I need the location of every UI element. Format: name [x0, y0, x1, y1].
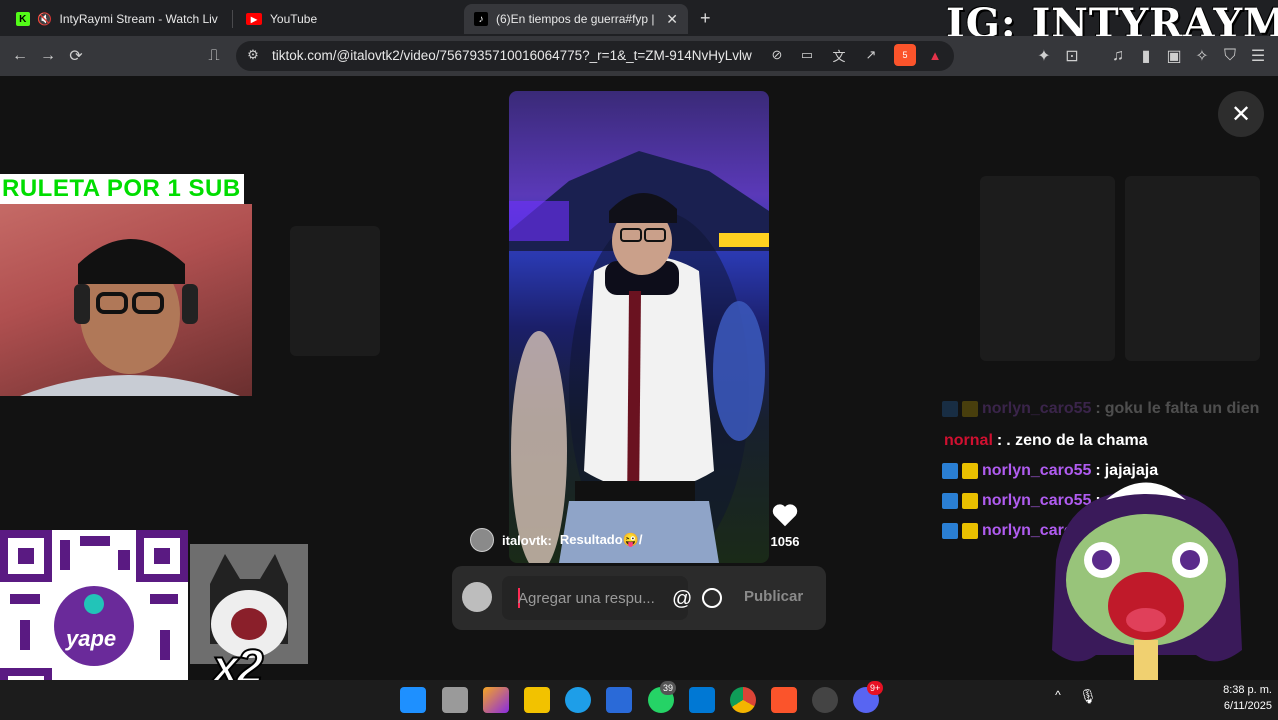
brave-icon[interactable] — [771, 687, 797, 713]
publish-button[interactable]: Publicar — [744, 588, 803, 605]
crown-badge-icon — [962, 493, 978, 509]
windows-start-icon[interactable] — [400, 687, 426, 713]
video-caption: Resultado😜/ — [559, 532, 643, 547]
bg-thumbnail — [1125, 176, 1260, 361]
chat-message: norlyn_caro55: goku le falta un dien — [942, 400, 1259, 418]
obs-icon[interactable] — [812, 687, 838, 713]
brave-shields-icon[interactable]: 5 — [894, 44, 916, 66]
share-icon[interactable]: ↗ — [860, 44, 882, 66]
like-heart-icon[interactable] — [770, 500, 800, 530]
video-frame — [509, 151, 769, 563]
close-tab-icon[interactable]: ✕ — [666, 11, 678, 28]
reply-input[interactable] — [502, 576, 682, 620]
no-translate-icon[interactable]: ⊘ — [766, 44, 788, 66]
tab-label: YouTube — [270, 12, 318, 26]
youtube-icon: ▶ — [246, 13, 262, 25]
wallet-icon[interactable]: ▣ — [1162, 44, 1186, 68]
screen: K 🔇 IntyRaymi Stream - Watch Live on ▶ Y… — [0, 0, 1278, 720]
url-text[interactable]: tiktok.com/@italovtk2/video/756793571001… — [272, 48, 752, 63]
close-video-button[interactable]: ✕ — [1218, 91, 1264, 137]
address-bar[interactable]: ⚙ tiktok.com/@italovtk2/video/7567935710… — [236, 41, 954, 71]
verified-badge-icon — [942, 523, 958, 539]
whatsapp-icon[interactable]: 39 — [648, 681, 677, 713]
clock-time: 8:38 p. m. — [1223, 684, 1272, 696]
chevron-up-icon[interactable]: ^ — [1048, 688, 1068, 710]
user-avatar — [462, 582, 492, 612]
reload-icon[interactable]: ⟳ — [64, 44, 88, 68]
leo-ai-icon[interactable]: ✧ — [1190, 44, 1214, 68]
reply-field — [502, 576, 688, 620]
screenshot-icon[interactable]: ⊡ — [1060, 44, 1084, 68]
video-author[interactable]: italovtk: Resultado😜/ — [470, 528, 642, 552]
bg-thumbnail — [980, 176, 1115, 361]
kick-icon: K — [16, 12, 30, 26]
verified-badge-icon — [942, 493, 958, 509]
rewards-icon[interactable]: ▲ — [924, 44, 946, 66]
webcam-overlay — [0, 204, 252, 396]
author-avatar[interactable] — [470, 528, 494, 552]
windows-taskbar: 39 9+ ^ 🎙 8:38 p. m. 6/11/2025 — [0, 680, 1278, 720]
vpn-icon[interactable]: ⛉ — [1218, 44, 1242, 68]
reply-box: @ Publicar — [452, 566, 826, 630]
discord-icon[interactable]: 9+ — [853, 681, 884, 713]
music-icon[interactable]: ♫ — [1106, 44, 1130, 68]
cast-icon[interactable]: ▭ — [796, 44, 818, 66]
crown-badge-icon — [962, 463, 978, 479]
new-tab-button[interactable]: + — [700, 8, 711, 29]
browser-toolbar: ← → ⟳ ⎍ ⚙ tiktok.com/@italovtk2/video/75… — [0, 36, 1278, 76]
copilot-icon[interactable] — [483, 687, 509, 713]
chrome-icon[interactable] — [730, 687, 756, 713]
sidebar-icon[interactable]: ▮ — [1134, 44, 1158, 68]
webcam-frame — [20, 239, 240, 396]
bookmark-icon[interactable]: ⎍ — [202, 44, 226, 68]
ruleta-banner: RULETA POR 1 SUB — [0, 174, 244, 204]
file-explorer-icon[interactable] — [524, 687, 550, 713]
system-clock[interactable]: 8:38 p. m. 6/11/2025 — [1208, 682, 1272, 714]
outlook-icon[interactable] — [689, 687, 715, 713]
yape-logo: yape — [66, 626, 117, 651]
emoji-icon[interactable] — [702, 588, 722, 608]
crown-badge-icon — [962, 523, 978, 539]
store-icon[interactable] — [606, 687, 632, 713]
crown-badge-icon — [962, 401, 978, 417]
video-player[interactable] — [509, 91, 769, 563]
microphone-icon[interactable]: 🎙 — [1078, 688, 1098, 710]
back-icon[interactable]: ← — [8, 44, 32, 68]
translate-icon[interactable]: 文 — [828, 44, 850, 66]
forward-icon[interactable]: → — [36, 44, 60, 68]
verified-badge-icon — [942, 401, 958, 417]
tab-kick[interactable]: K 🔇 IntyRaymi Stream - Watch Live on — [6, 4, 228, 34]
author-name[interactable]: italovtk: — [502, 533, 552, 548]
task-view-icon[interactable] — [442, 687, 468, 713]
muted-icon[interactable]: 🔇 — [37, 12, 52, 26]
edge-icon[interactable] — [565, 687, 591, 713]
chat-message: nornal: . zeno de la chama — [944, 432, 1148, 449]
tiktok-icon: ♪ — [474, 12, 488, 26]
site-settings-icon[interactable]: ⚙ — [242, 44, 264, 66]
verified-badge-icon — [942, 463, 958, 479]
tab-label: IntyRaymi Stream - Watch Live on — [59, 12, 218, 26]
mention-icon[interactable]: @ — [672, 588, 692, 611]
tab-label: (6)En tiempos de guerra#fyp | en — [496, 12, 656, 26]
frog-mascot-overlay — [1052, 482, 1242, 680]
clock-date: 6/11/2025 — [1223, 700, 1272, 712]
menu-icon[interactable]: ☰ — [1246, 44, 1270, 68]
extensions-icon[interactable]: ✦ — [1032, 44, 1056, 68]
tab-youtube[interactable]: ▶ YouTube — [236, 4, 458, 34]
bg-thumbnail — [290, 226, 380, 356]
tab-tiktok[interactable]: ♪ (6)En tiempos de guerra#fyp | en ✕ — [464, 4, 688, 34]
like-count: 1056 — [770, 534, 800, 549]
